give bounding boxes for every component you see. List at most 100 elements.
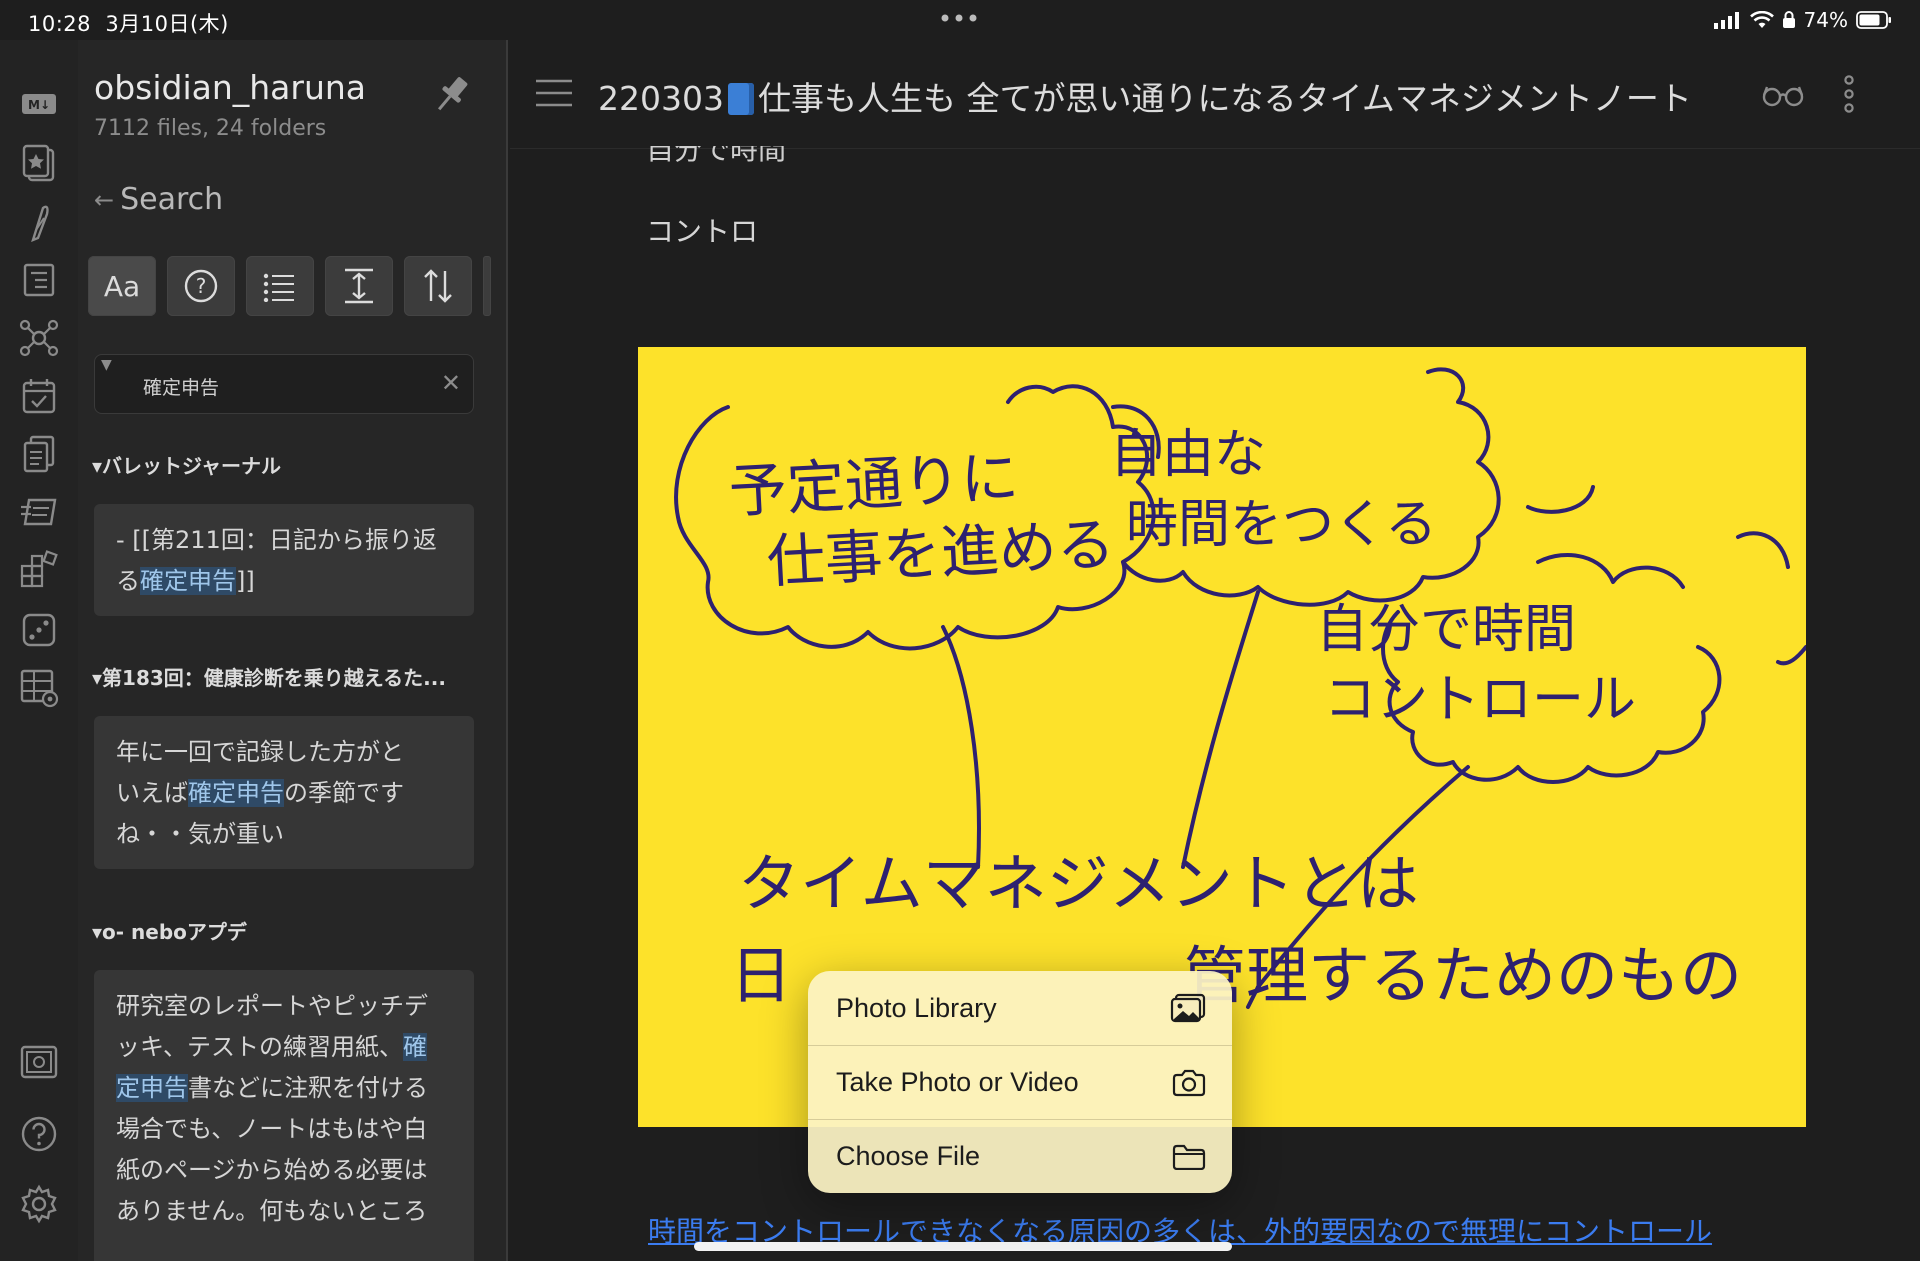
templates-icon[interactable] [17,432,61,476]
search-sidebar: obsidian_haruna 7112 files, 24 folders ←… [78,40,508,1261]
sketch-text: 仕事を進める [765,510,1116,596]
status-time: 10:28 3月10日(木) [28,8,229,38]
orientation-lock-icon [1782,11,1796,29]
note-text-line: 自分で時間 [646,146,786,190]
cloud-outline [1536,552,1685,589]
plugins-icon[interactable] [17,548,61,592]
cloud-outline [1776,645,1806,666]
battery-icon [1856,11,1892,29]
outline-icon[interactable] [17,258,61,302]
vault-name[interactable]: obsidian_haruna [94,68,366,107]
status-bar: 10:28 3月10日(木) 74% [0,0,1920,40]
search-options-toggle-icon[interactable]: ▼ [101,357,112,373]
back-label: Search [120,182,224,217]
wifi-icon [1749,11,1774,29]
photo-library-menu-item[interactable]: Photo Library [808,971,1232,1045]
collapse-results-button[interactable] [246,256,314,316]
sketch-text: 自由な [1110,425,1266,485]
svg-text:M↓: M↓ [28,98,50,112]
menu-item-label: Photo Library [836,992,997,1023]
result-group-title[interactable]: ▾バレットジャーナル [92,450,281,479]
back-to-search[interactable]: ← Search [94,182,223,217]
show-more-context-button[interactable] [325,256,393,316]
connector-line [1181,590,1260,869]
search-highlight: 定申告 [116,1074,188,1102]
battery-percent: 74% [1803,8,1848,32]
menu-item-label: Choose File [836,1141,981,1171]
sketch-text: 管理するためのもの [1184,939,1742,1012]
table-settings-icon[interactable] [17,666,61,710]
help-icon[interactable] [17,1112,61,1156]
cloud-outline [1121,367,1501,607]
result-group-title[interactable]: ▾第183回：健康診断を乗り越えるた... [92,662,446,691]
result-line: 年に一回で記録した方がと [116,738,404,766]
image-source-menu: Photo Library Take Photo or Video Choose… [808,971,1232,1193]
sketch-text: 自分で時間 [1316,600,1576,660]
reading-view-glasses-icon[interactable] [1762,84,1804,108]
cloud-outline [1526,485,1595,514]
hamburger-menu-icon[interactable] [534,78,574,108]
search-result[interactable]: 年に一回で記録した方がと いえば確定申告の季節です ね・・気が重い [94,716,474,869]
photo-library-icon [1170,993,1206,1023]
note-title[interactable]: 220303 仕事も人生も 全てが思い通りになるタイムマネジメントノート [598,72,1692,120]
settings-icon[interactable] [17,1182,61,1226]
back-arrow-icon: ← [94,185,115,214]
markdown-icon[interactable]: M↓ [17,82,61,126]
expand-vertical-icon [345,268,373,304]
result-line: 紙のページから始める必要は [116,1156,428,1184]
search-highlight: 確 [403,1033,428,1061]
search-input[interactable]: ▼ 確定申告 ✕ [94,354,474,414]
explain-search-button[interactable]: ? [167,256,235,316]
slides-icon[interactable] [17,490,61,534]
sketch-text: タイムマネジメントとは [738,847,1419,920]
sketch-text: 日 [730,939,792,1012]
note-title-text: 仕事も人生も 全てが思い通りになるタイムマネジメントノート [757,79,1692,118]
more-options-icon[interactable] [1842,74,1856,114]
result-group-title[interactable]: ▾o- neboアプデ [92,916,247,945]
sketch-text: 時間をつくる [1126,495,1437,555]
take-photo-menu-item[interactable]: Take Photo or Video [808,1045,1232,1119]
pin-icon[interactable] [430,72,474,116]
cellular-signal-icon [1713,11,1742,29]
ribbon: M↓ [0,40,78,1261]
help-circle-icon: ? [184,269,218,303]
screenshot-icon[interactable] [17,1040,61,1084]
search-result[interactable]: - [[第211回：日記から振り返 る確定申告]] [94,504,474,616]
note-title-prefix: 220303 [598,79,724,118]
search-result[interactable]: 研究室のレポートやピッチデ ッキ、テストの練習用紙、確 定申告書などに注釈を付け… [94,970,474,1261]
search-query: 確定申告 [143,377,220,399]
connector-line [941,625,981,869]
blue-book-icon [727,83,754,115]
cloud-outline [1736,531,1790,569]
dice-icon[interactable] [17,608,61,652]
calendar-icon[interactable] [17,374,61,418]
result-line: 場合でも、ノートはもはや白 [116,1115,428,1143]
match-case-button[interactable]: Aa [88,256,156,316]
menu-item-label: Take Photo or Video [836,1067,1079,1097]
camera-icon [1172,1069,1206,1097]
match-case-label: Aa [103,269,141,303]
cards-icon[interactable] [17,142,61,186]
folder-icon [1172,1144,1206,1170]
result-line: - [[第211回：日記から振り返 [116,526,437,554]
note-text-line: コントロ [646,215,759,248]
multitasking-dots-icon[interactable] [939,12,979,24]
result-line: ッキ、テストの練習用紙、確 [116,1033,428,1061]
status-indicators: 74% [1713,8,1892,32]
note-text-partial: 自分で時間 [646,146,787,166]
list-icon [263,273,294,302]
search-highlight: 確定申告 [140,567,236,595]
result-line: ありません。何もないところ [116,1197,428,1225]
home-indicator[interactable] [694,1242,1232,1251]
graph-view-icon[interactable] [17,316,61,360]
feather-icon[interactable] [17,200,61,244]
choose-file-menu-item[interactable]: Choose File [808,1119,1232,1193]
explain-label: ? [196,274,207,298]
result-line: いえば確定申告の季節です [116,779,404,807]
sketch-text: 予定通りに [727,443,1020,526]
result-line: 研究室のレポートやピッチデ [116,992,428,1020]
view-header: 220303 仕事も人生も 全てが思い通りになるタイムマネジメントノート [510,40,1920,149]
clear-search-icon[interactable]: ✕ [441,369,461,397]
toolbar-overflow-button[interactable] [483,256,491,316]
sort-order-button[interactable] [404,256,472,316]
